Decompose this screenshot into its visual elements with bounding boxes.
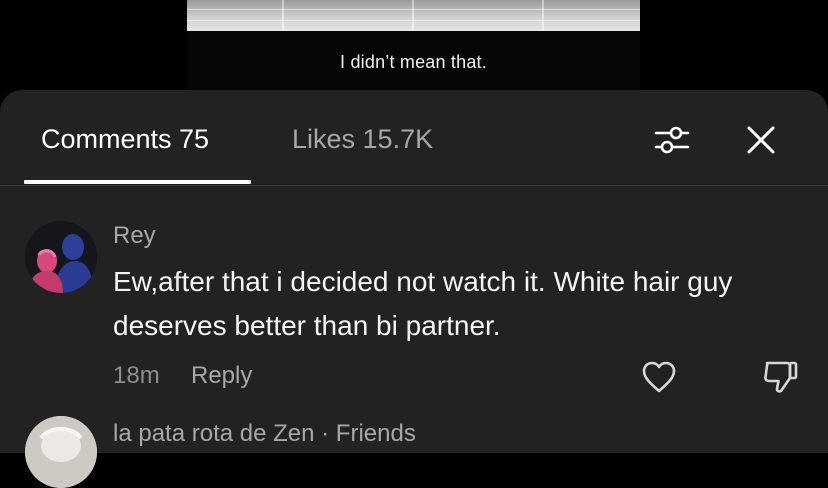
close-icon[interactable] [741, 120, 781, 160]
comment-timestamp: 18m [113, 362, 160, 389]
video-frame[interactable] [187, 0, 640, 31]
avatar[interactable] [25, 416, 97, 488]
comment-username[interactable]: la pata rota de Zen · Friends [113, 420, 416, 448]
dislike-icon[interactable] [761, 358, 799, 396]
comments-sheet: Comments 75 Likes 15.7K Rey Ew,after tha… [0, 90, 828, 488]
tabs-divider [0, 185, 828, 186]
comment-username[interactable]: Rey [113, 222, 156, 250]
tab-likes[interactable]: Likes 15.7K [292, 124, 433, 155]
active-tab-indicator [24, 180, 251, 184]
video-subtitle: I didn’t mean that. [340, 52, 487, 72]
reply-button[interactable]: Reply [191, 362, 252, 390]
sheet-tabs: Comments 75 Likes 15.7K [0, 90, 828, 186]
heart-icon[interactable] [641, 360, 677, 394]
comment-text: Ew,after that i decided not watch it. Wh… [113, 266, 733, 341]
avatar[interactable] [25, 221, 97, 293]
tab-comments[interactable]: Comments 75 [41, 124, 209, 155]
sliders-icon[interactable] [652, 120, 692, 160]
